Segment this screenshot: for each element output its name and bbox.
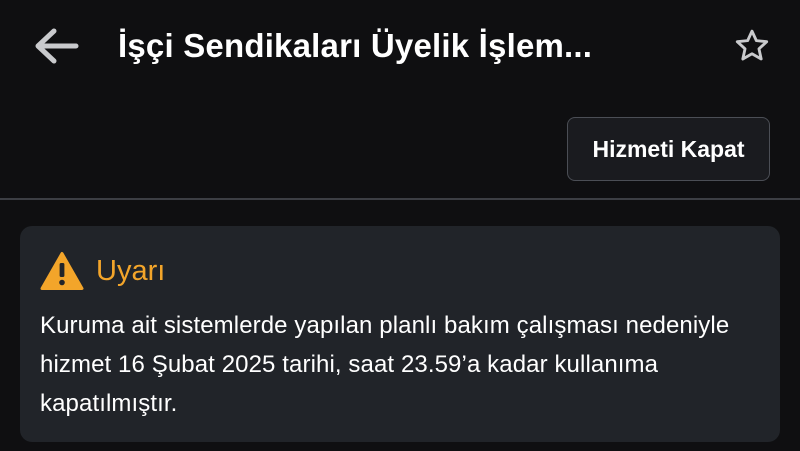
app-header: İşçi Sendikaları Üyelik İşlem... [0, 0, 800, 92]
warning-card: Uyarı Kuruma ait sistemlerde yapılan pla… [20, 226, 780, 442]
header-divider [0, 198, 800, 200]
warning-title: Uyarı [96, 255, 166, 287]
back-button[interactable] [28, 22, 84, 70]
star-outline-icon [735, 29, 769, 61]
warning-message: Kuruma ait sistemlerde yapılan planlı ba… [40, 312, 730, 417]
warning-header: Uyarı [40, 248, 165, 294]
action-row: Hizmeti Kapat [0, 92, 800, 198]
arrow-left-icon [35, 28, 79, 64]
screen: İşçi Sendikaları Üyelik İşlem... Hizmeti… [0, 0, 800, 451]
warning-triangle-icon [40, 252, 84, 290]
page-title: İşçi Sendikaları Üyelik İşlem... [118, 27, 593, 64]
favorite-button[interactable] [728, 24, 776, 68]
close-service-button[interactable]: Hizmeti Kapat [567, 117, 770, 181]
